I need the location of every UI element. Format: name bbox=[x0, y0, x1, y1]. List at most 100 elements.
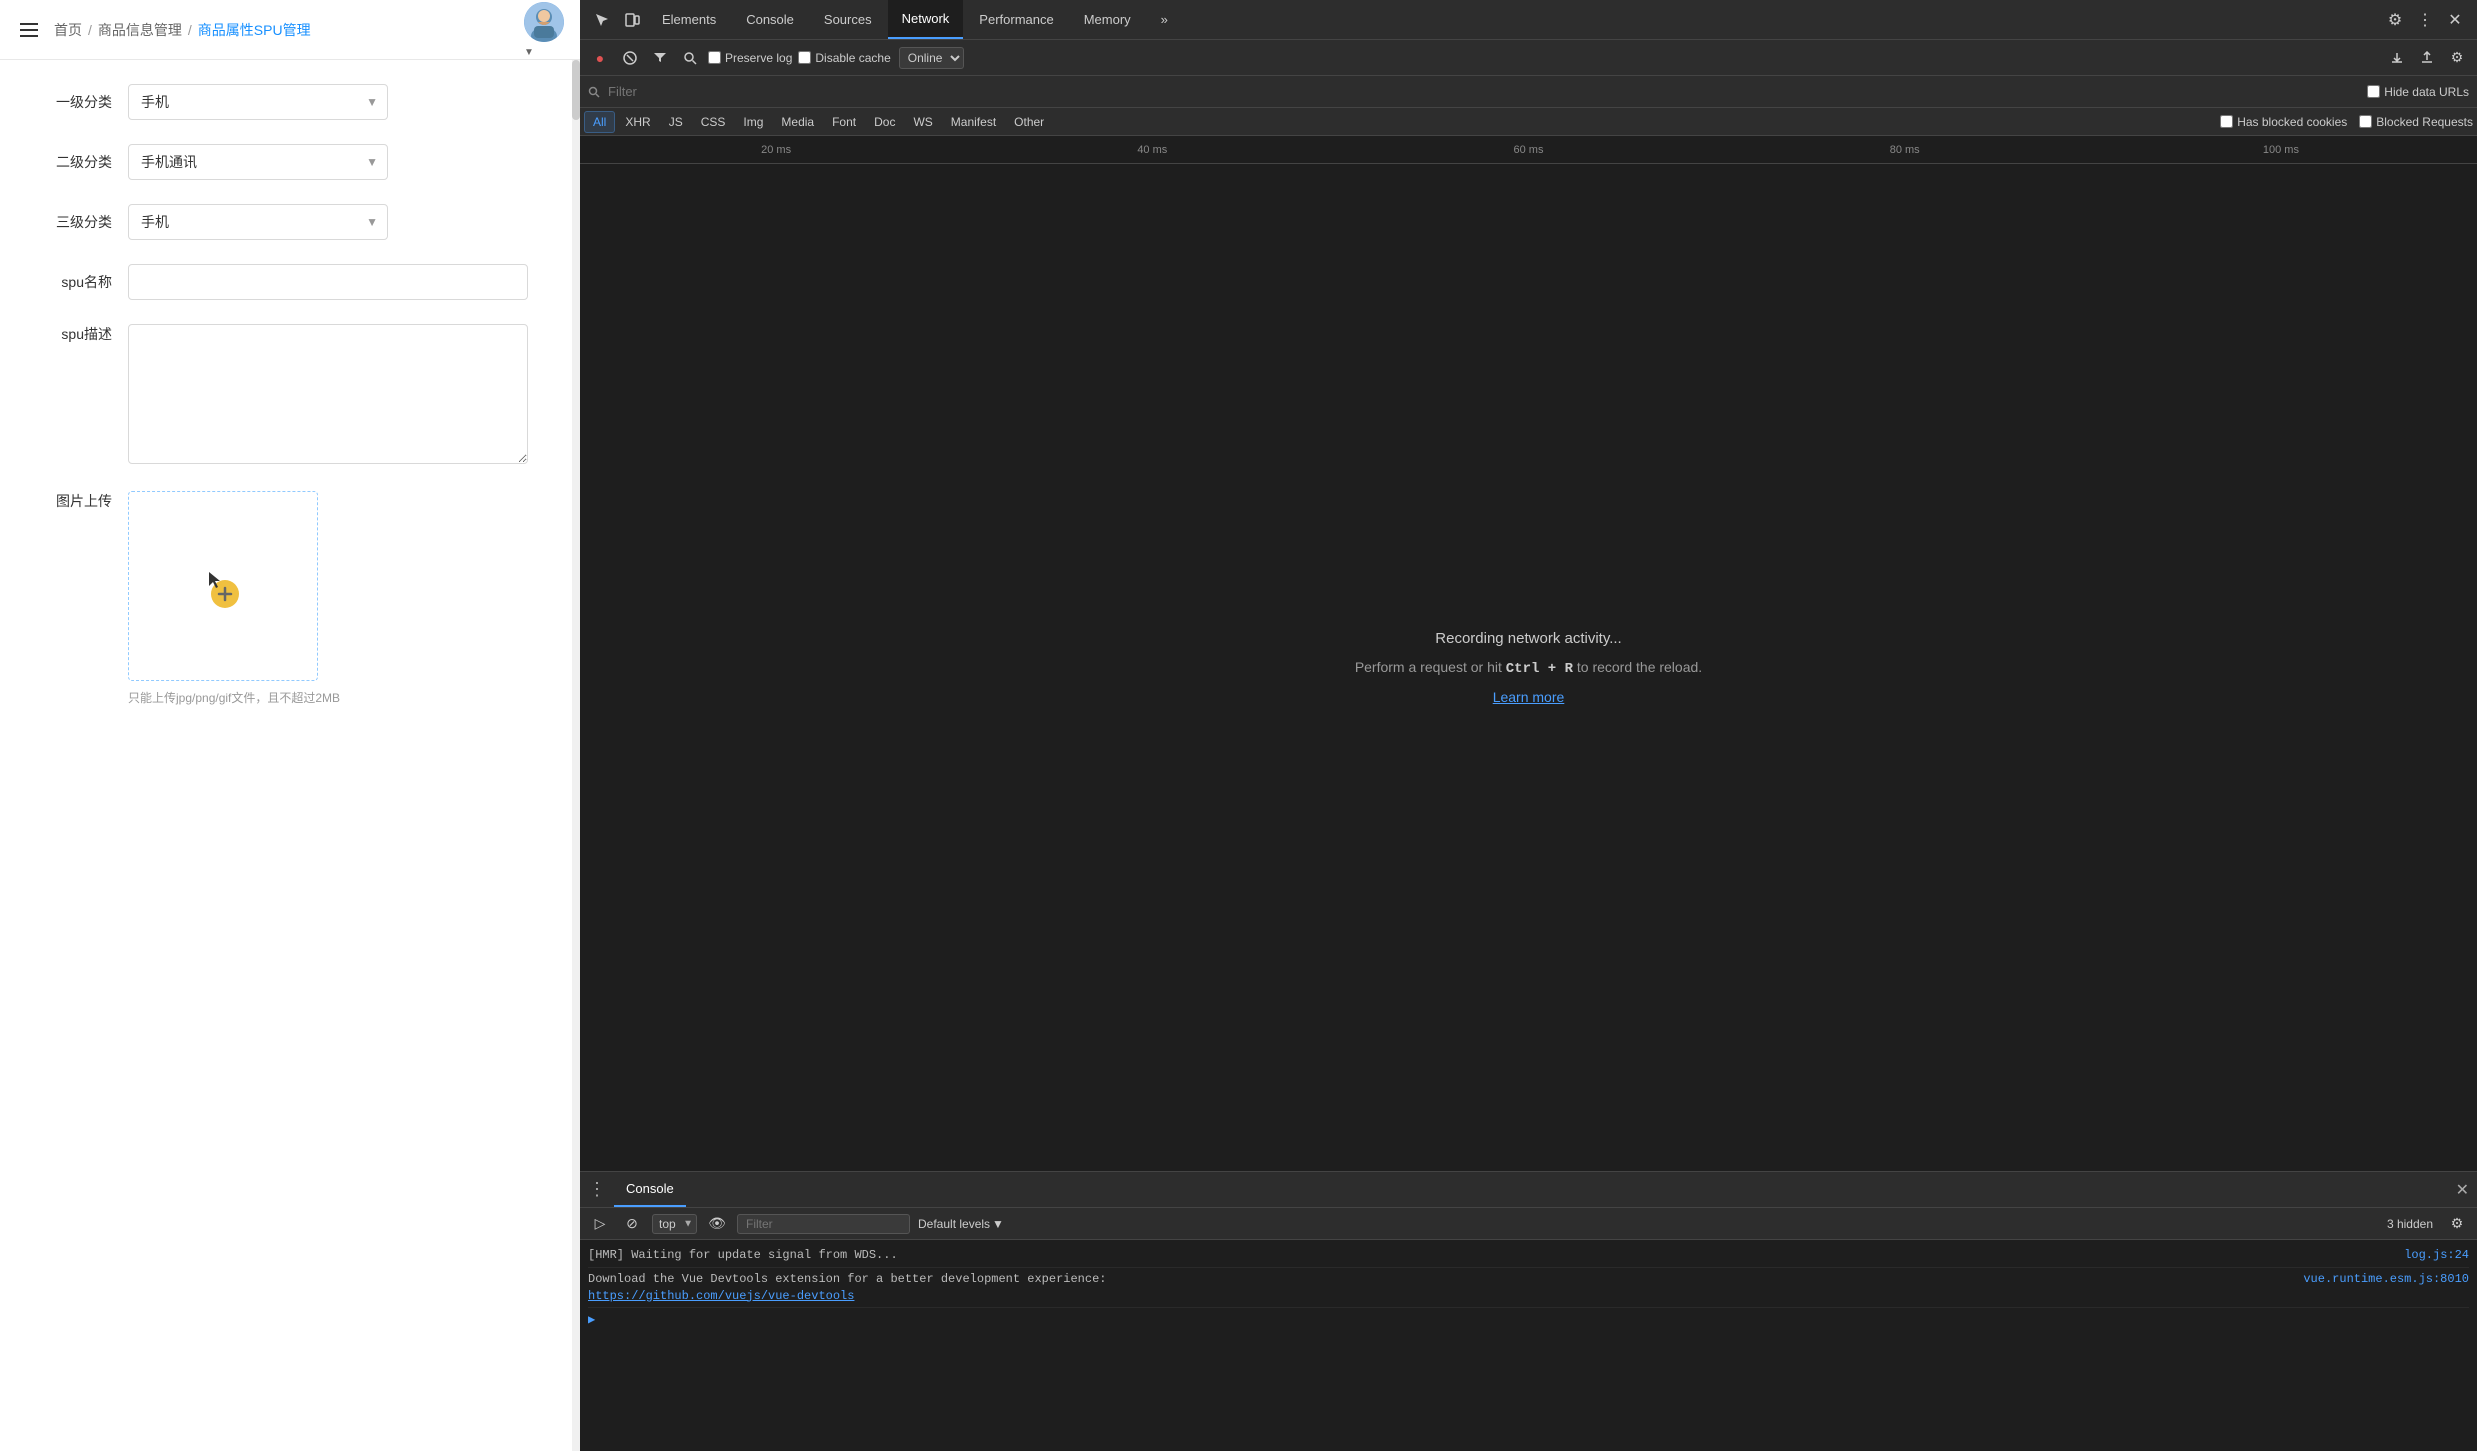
hide-data-urls-checkbox[interactable] bbox=[2367, 85, 2380, 98]
avatar-dropdown-arrow: ▼ bbox=[524, 47, 534, 58]
label-level1: 一级分类 bbox=[32, 92, 112, 112]
select-level1-wrapper: 手机 ▼ bbox=[128, 84, 388, 120]
clear-button[interactable] bbox=[618, 46, 642, 70]
devtools-more-icon[interactable]: ⋮ bbox=[2411, 6, 2439, 34]
hide-data-urls-text: Hide data URLs bbox=[2384, 85, 2469, 99]
type-btn-xhr[interactable]: XHR bbox=[617, 111, 658, 133]
breadcrumb: 首页 / 商品信息管理 / 商品属性SPU管理 bbox=[54, 20, 512, 40]
has-blocked-container: Has blocked cookies Blocked Requests bbox=[2220, 115, 2473, 129]
label-spu-desc: spu描述 bbox=[32, 324, 112, 344]
upload-plus-icon bbox=[199, 562, 247, 610]
tab-console[interactable]: Console bbox=[732, 0, 808, 39]
vue-devtools-link[interactable]: https://github.com/vuejs/vue-devtools bbox=[588, 1289, 854, 1303]
type-btn-media[interactable]: Media bbox=[773, 111, 822, 133]
select-level3-wrapper: 手机 ▼ bbox=[128, 204, 388, 240]
label-level2: 二级分类 bbox=[32, 152, 112, 172]
console-prompt-input[interactable] bbox=[601, 1313, 2469, 1327]
tab-more[interactable]: » bbox=[1147, 0, 1182, 39]
devtools-pointer-icon[interactable] bbox=[588, 6, 616, 34]
type-btn-doc[interactable]: Doc bbox=[866, 111, 903, 133]
throttle-select[interactable]: Online bbox=[899, 47, 964, 69]
form-row-spu-desc: spu描述 bbox=[32, 324, 548, 467]
console-line-1: [HMR] Waiting for update signal from WDS… bbox=[588, 1244, 2469, 1268]
tab-memory[interactable]: Memory bbox=[1070, 0, 1145, 39]
console-more-icon[interactable]: ⋮ bbox=[588, 1179, 606, 1200]
devtools-close-icon[interactable]: ✕ bbox=[2441, 6, 2469, 34]
console-output: [HMR] Waiting for update signal from WDS… bbox=[580, 1240, 2477, 1451]
console-close-button[interactable]: ✕ bbox=[2456, 1180, 2469, 1200]
app-scrollbar[interactable] bbox=[572, 60, 580, 1451]
default-levels-button[interactable]: Default levels ▼ bbox=[918, 1217, 1004, 1231]
console-line-2-source[interactable]: vue.runtime.esm.js:8010 bbox=[2303, 1271, 2469, 1288]
disable-cache-checkbox[interactable] bbox=[798, 51, 811, 64]
breadcrumb-product-mgmt[interactable]: 商品信息管理 bbox=[98, 20, 182, 40]
select-level1[interactable]: 手机 bbox=[128, 84, 388, 120]
control-level3: 手机 ▼ bbox=[128, 204, 548, 240]
blocked-requests-label[interactable]: Blocked Requests bbox=[2359, 115, 2473, 129]
type-btn-css[interactable]: CSS bbox=[693, 111, 734, 133]
console-stop-icon[interactable]: ⊘ bbox=[620, 1212, 644, 1236]
avatar bbox=[524, 2, 564, 42]
type-btn-manifest[interactable]: Manifest bbox=[943, 111, 1004, 133]
tab-sources[interactable]: Sources bbox=[810, 0, 886, 39]
timeline-label-100ms: 100 ms bbox=[2093, 144, 2469, 156]
disable-cache-checkbox-label[interactable]: Disable cache bbox=[798, 51, 890, 65]
filter-input[interactable] bbox=[608, 84, 784, 99]
type-btn-img[interactable]: Img bbox=[735, 111, 771, 133]
has-blocked-cookies-text: Has blocked cookies bbox=[2237, 115, 2347, 129]
has-blocked-cookies-label[interactable]: Has blocked cookies bbox=[2220, 115, 2347, 129]
settings-icon[interactable]: ⚙ bbox=[2445, 46, 2469, 70]
select-level2[interactable]: 手机通讯 bbox=[128, 144, 388, 180]
filter-toggle-icon[interactable] bbox=[648, 46, 672, 70]
console-line-1-text: [HMR] Waiting for update signal from WDS… bbox=[588, 1247, 2396, 1264]
label-spu-name: spu名称 bbox=[32, 272, 112, 292]
tab-performance[interactable]: Performance bbox=[965, 0, 1067, 39]
avatar-container[interactable]: ▼ bbox=[524, 2, 564, 58]
type-btn-other[interactable]: Other bbox=[1006, 111, 1052, 133]
devtools-settings-icon[interactable]: ⚙ bbox=[2381, 6, 2409, 34]
perform-text: Perform a request or hit Ctrl + R to rec… bbox=[1355, 659, 1702, 677]
console-filter-input[interactable] bbox=[737, 1214, 910, 1234]
hide-data-urls-label[interactable]: Hide data URLs bbox=[2367, 85, 2469, 99]
record-button[interactable]: ● bbox=[588, 46, 612, 70]
learn-more-link[interactable]: Learn more bbox=[1493, 689, 1565, 705]
import-icon[interactable] bbox=[2385, 46, 2409, 70]
upload-area[interactable] bbox=[128, 491, 318, 681]
breadcrumb-spu-mgmt[interactable]: 商品属性SPU管理 bbox=[198, 20, 311, 40]
breadcrumb-home[interactable]: 首页 bbox=[54, 20, 82, 40]
console-line-1-source[interactable]: log.js:24 bbox=[2404, 1247, 2469, 1264]
export-icon[interactable] bbox=[2415, 46, 2439, 70]
type-btn-ws[interactable]: WS bbox=[905, 111, 940, 133]
timeline-label-80ms: 80 ms bbox=[1717, 144, 2093, 156]
search-icon[interactable] bbox=[678, 46, 702, 70]
input-spu-name[interactable] bbox=[128, 264, 528, 300]
tab-network[interactable]: Network bbox=[888, 0, 964, 39]
preserve-log-checkbox[interactable] bbox=[708, 51, 721, 64]
console-settings-icon[interactable]: ⚙ bbox=[2445, 1212, 2469, 1236]
devtools-device-icon[interactable] bbox=[618, 6, 646, 34]
perform-text-before: Perform a request or hit bbox=[1355, 659, 1506, 675]
control-upload: 只能上传jpg/png/gif文件，且不超过2MB bbox=[128, 491, 548, 706]
textarea-spu-desc[interactable] bbox=[128, 324, 528, 464]
blocked-requests-checkbox[interactable] bbox=[2359, 115, 2372, 128]
has-blocked-cookies-checkbox[interactable] bbox=[2220, 115, 2233, 128]
console-prompt: ▶ bbox=[588, 1308, 2469, 1331]
hidden-count: 3 hidden bbox=[2387, 1217, 2433, 1231]
select-level3[interactable]: 手机 bbox=[128, 204, 388, 240]
type-btn-font[interactable]: Font bbox=[824, 111, 864, 133]
upload-hint: 只能上传jpg/png/gif文件，且不超过2MB bbox=[128, 689, 548, 706]
select-level2-wrapper: 手机通讯 ▼ bbox=[128, 144, 388, 180]
filter-bar: Hide data URLs bbox=[580, 76, 2477, 108]
console-eye-icon[interactable]: 👁 bbox=[705, 1212, 729, 1236]
console-tab[interactable]: Console bbox=[614, 1172, 686, 1207]
console-target-select[interactable]: top bbox=[652, 1214, 697, 1234]
type-btn-js[interactable]: JS bbox=[661, 111, 691, 133]
throttle-icon[interactable]: Online bbox=[897, 46, 966, 70]
tab-elements[interactable]: Elements bbox=[648, 0, 730, 39]
console-run-icon[interactable]: ▷ bbox=[588, 1212, 612, 1236]
form-row-upload: 图片上传 bbox=[32, 491, 548, 706]
perform-text-after: to record the reload. bbox=[1573, 659, 1702, 675]
type-btn-all[interactable]: All bbox=[584, 111, 615, 133]
preserve-log-checkbox-label[interactable]: Preserve log bbox=[708, 51, 792, 65]
menu-icon[interactable] bbox=[16, 19, 42, 41]
